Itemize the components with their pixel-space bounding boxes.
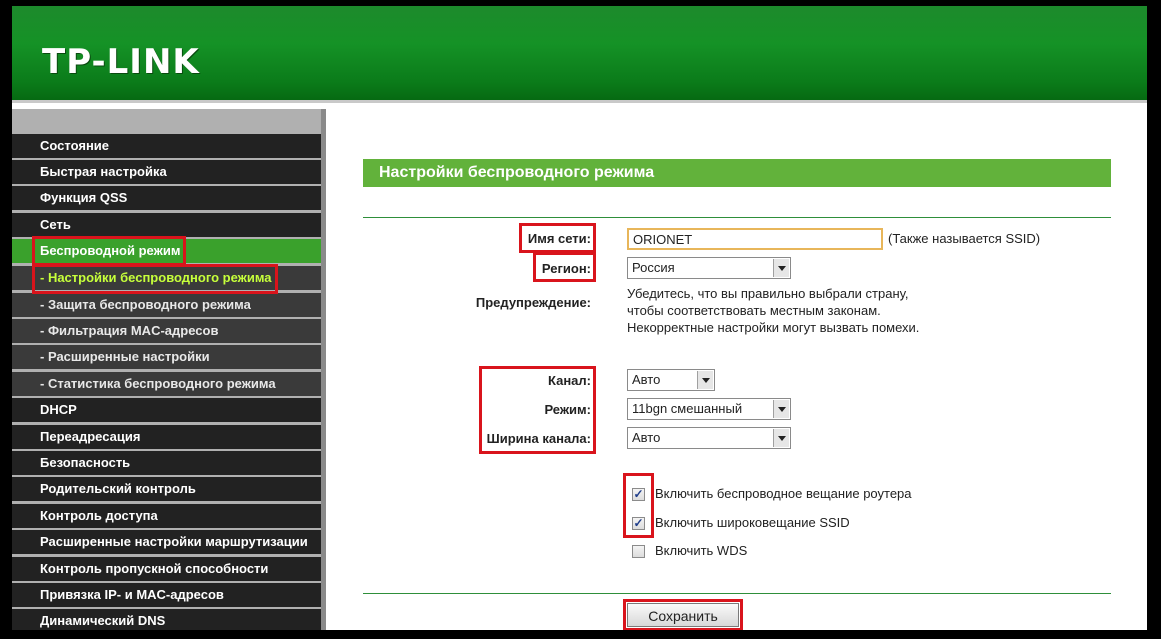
- nav-mac-filtering[interactable]: - Фильтрация MAC-адресов: [12, 319, 321, 343]
- chevron-down-icon[interactable]: [773, 400, 789, 418]
- channel-label: Канал:: [548, 373, 591, 388]
- channel-select[interactable]: Авто: [627, 369, 715, 391]
- nav-wireless-advanced[interactable]: - Расширенные настройки: [12, 345, 321, 369]
- sidebar-menu: Состояние Быстрая настройка Функция QSS …: [12, 109, 321, 630]
- nav-quick-setup[interactable]: Быстрая настройка: [12, 160, 321, 184]
- channel-width-value: Авто: [632, 430, 661, 445]
- nav-ip-mac-binding[interactable]: Привязка IP- и MAC-адресов: [12, 583, 321, 607]
- ssid-hint: (Также называется SSID): [888, 231, 1041, 246]
- sidebar-scrollbar[interactable]: [321, 109, 326, 630]
- mode-select[interactable]: 11bgn смешанный: [627, 398, 791, 420]
- nav-network[interactable]: Сеть: [12, 213, 321, 237]
- ssid-input[interactable]: [627, 228, 883, 250]
- page-title: Настройки беспроводного режима: [363, 159, 1111, 187]
- wds-label: Включить WDS: [655, 543, 748, 558]
- bottom-divider: [363, 593, 1111, 594]
- channel-value: Авто: [632, 372, 661, 387]
- nav-qss[interactable]: Функция QSS: [12, 186, 321, 210]
- main-content: Настройки беспроводного режима Имя сети:…: [333, 109, 1147, 630]
- chevron-down-icon[interactable]: [773, 259, 789, 277]
- nav-access-control[interactable]: Контроль доступа: [12, 504, 321, 528]
- chevron-down-icon[interactable]: [697, 371, 713, 389]
- chevron-down-icon[interactable]: [773, 429, 789, 447]
- region-value: Россия: [632, 260, 675, 275]
- region-select[interactable]: Россия: [627, 257, 791, 279]
- warning-line-1: Убедитесь, что вы правильно выбрали стра…: [627, 286, 909, 301]
- nav-bandwidth-control[interactable]: Контроль пропускной способности: [12, 557, 321, 581]
- nav-dynamic-dns[interactable]: Динамический DNS: [12, 609, 321, 630]
- highlight-region-label: [533, 252, 596, 282]
- nav-status[interactable]: Состояние: [12, 134, 321, 158]
- router-admin-window: TP-LINK Состояние Быстрая настройка Функ…: [12, 6, 1147, 630]
- top-divider: [363, 217, 1111, 218]
- nav-forwarding[interactable]: Переадресация: [12, 425, 321, 449]
- mode-value: 11bgn смешанный: [632, 401, 743, 416]
- mode-label: Режим:: [544, 402, 591, 417]
- nav-wireless-statistics[interactable]: - Статистика беспроводного режима: [12, 372, 321, 396]
- ssid-broadcast-checkbox[interactable]: ✓: [632, 517, 645, 530]
- wds-checkbox[interactable]: [632, 545, 645, 558]
- channel-width-label: Ширина канала:: [486, 431, 591, 446]
- broadcast-label: Включить беспроводное вещание роутера: [655, 486, 912, 501]
- sidebar: Состояние Быстрая настройка Функция QSS …: [12, 109, 326, 630]
- warning-line-2: чтобы соответствовать местным законам.: [627, 303, 881, 318]
- highlight-ssid-label: [519, 223, 596, 253]
- save-button[interactable]: Сохранить: [627, 603, 739, 627]
- header-banner: TP-LINK: [12, 6, 1147, 100]
- nav-advanced-routing[interactable]: Расширенные настройки маршрутизации: [12, 530, 321, 554]
- warning-label: Предупреждение:: [475, 295, 591, 310]
- broadcast-checkbox[interactable]: ✓: [632, 488, 645, 501]
- nav-dhcp[interactable]: DHCP: [12, 398, 321, 422]
- nav-wireless-security[interactable]: - Защита беспроводного режима: [12, 293, 321, 317]
- channel-width-select[interactable]: Авто: [627, 427, 791, 449]
- tp-link-logo: TP-LINK: [42, 42, 200, 82]
- nav-parental-control[interactable]: Родительский контроль: [12, 477, 321, 501]
- highlight-nav-wireless-settings: [32, 264, 278, 294]
- highlight-nav-wireless: [32, 236, 186, 266]
- nav-security[interactable]: Безопасность: [12, 451, 321, 475]
- warning-line-3: Некорректные настройки могут вызвать пом…: [627, 320, 920, 335]
- header-divider: [12, 100, 1147, 103]
- ssid-broadcast-label: Включить широковещание SSID: [655, 515, 850, 530]
